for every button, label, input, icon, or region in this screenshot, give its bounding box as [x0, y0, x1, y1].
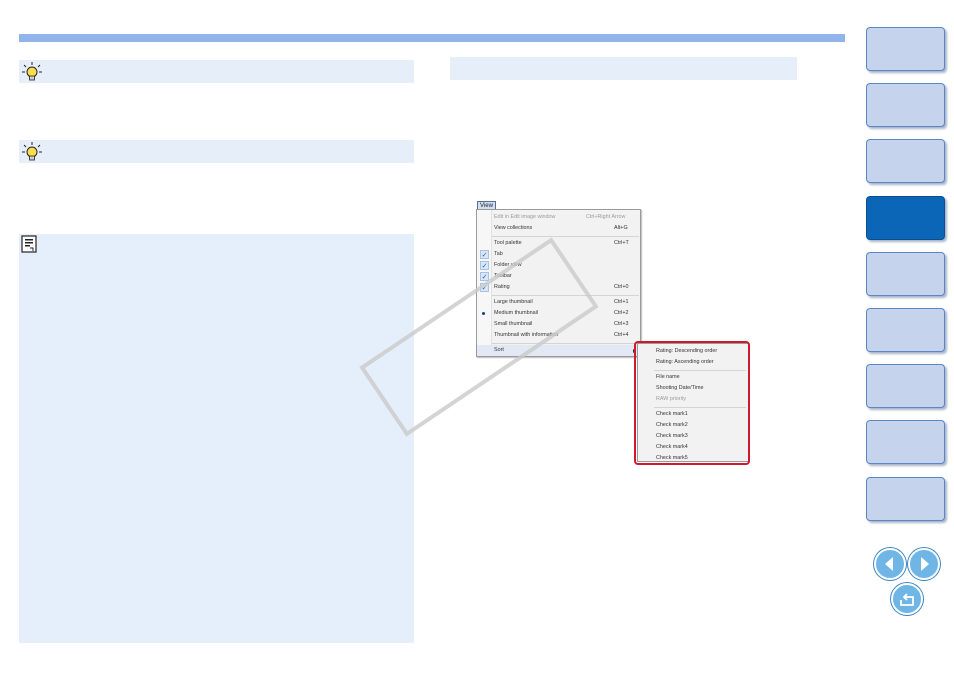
menu-item-label: Large thumbnail	[494, 299, 533, 305]
menu-item-medium-thumbnail[interactable]: Medium thumbnail Ctrl+2	[477, 308, 640, 319]
arrow-right-icon	[921, 557, 929, 571]
memo-icon	[21, 235, 37, 253]
nav-tab-3[interactable]	[866, 139, 945, 183]
menu-item-folder-view[interactable]: ✓ Folder view	[477, 260, 640, 271]
lightbulb-icon	[22, 142, 42, 161]
menu-item-shortcut: Ctrl+1	[614, 299, 629, 305]
radio-dot-icon	[482, 312, 485, 315]
menu-separator	[492, 236, 639, 237]
menu-item-shortcut: Ctrl+3	[614, 321, 629, 327]
menu-item-label: Medium thumbnail	[494, 310, 539, 316]
header-accent-bar	[19, 34, 845, 42]
nav-tab-9[interactable]	[866, 477, 945, 521]
view-menu: Edit in Edit image window Ctrl+Right Arr…	[476, 209, 641, 357]
menu-item-edit-image: Edit in Edit image window Ctrl+Right Arr…	[477, 212, 640, 223]
next-page-button[interactable]	[908, 548, 940, 580]
lightbulb-icon	[22, 62, 42, 81]
return-icon	[900, 593, 914, 606]
nav-tab-7[interactable]	[866, 364, 945, 408]
menu-item-shortcut: Ctrl+Right Arrow	[586, 214, 626, 220]
submenu-highlight-outline	[634, 341, 750, 465]
menu-item-shortcut: Ctrl+2	[614, 310, 629, 316]
hint-heading-bar-1	[19, 60, 414, 83]
menu-item-label: Toolbar	[494, 273, 512, 279]
menu-item-shortcut: Ctrl+4	[614, 332, 629, 338]
nav-tab-8[interactable]	[866, 420, 945, 464]
menu-item-label: View collections	[494, 225, 533, 231]
nav-tab-6[interactable]	[866, 308, 945, 352]
menu-item-view-collections[interactable]: View collections Alt+G	[477, 223, 640, 234]
checkmark-icon: ✓	[480, 272, 489, 281]
nav-tab-2[interactable]	[866, 83, 945, 127]
menu-item-large-thumbnail[interactable]: Large thumbnail Ctrl+1	[477, 297, 640, 308]
menu-item-toolbar[interactable]: ✓ Toolbar	[477, 271, 640, 282]
menu-item-label: Sort	[494, 347, 504, 353]
menu-separator	[492, 295, 639, 296]
menu-item-small-thumbnail[interactable]: Small thumbnail Ctrl+3	[477, 319, 640, 330]
nav-tab-1[interactable]	[866, 27, 945, 71]
checkmark-icon: ✓	[480, 283, 489, 292]
checkmark-icon: ✓	[480, 250, 489, 259]
hint-heading-bar-2	[19, 140, 414, 163]
menu-item-label: Edit in Edit image window	[494, 214, 556, 220]
checkmark-icon: ✓	[480, 261, 489, 270]
menu-item-tab[interactable]: ✓ Tab	[477, 249, 640, 260]
menu-item-shortcut: Ctrl+T	[614, 240, 629, 246]
nav-tab-5[interactable]	[866, 252, 945, 296]
arrow-left-icon	[885, 557, 893, 571]
menu-item-sort[interactable]: Sort	[477, 345, 640, 356]
menu-item-label: Rating	[494, 284, 510, 290]
section-heading-bar	[450, 57, 797, 80]
menu-item-label: Small thumbnail	[494, 321, 533, 327]
menu-item-shortcut: Alt+G	[614, 225, 628, 231]
menu-separator	[492, 343, 639, 344]
note-panel	[19, 234, 414, 643]
menu-item-label: Thumbnail with information	[494, 332, 559, 338]
menu-item-label: Folder view	[494, 262, 522, 268]
menu-item-shortcut: Ctrl+0	[614, 284, 629, 290]
prev-page-button[interactable]	[874, 548, 906, 580]
nav-tab-4-active[interactable]	[866, 196, 945, 240]
menu-item-thumbnail-info[interactable]: Thumbnail with information Ctrl+4	[477, 330, 640, 341]
menu-item-label: Tab	[494, 251, 503, 257]
return-button[interactable]	[891, 583, 923, 615]
menu-item-rating[interactable]: ✓ Rating Ctrl+0	[477, 282, 640, 293]
menu-item-label: Tool palette	[494, 240, 522, 246]
menu-item-tool-palette[interactable]: Tool palette Ctrl+T	[477, 238, 640, 249]
